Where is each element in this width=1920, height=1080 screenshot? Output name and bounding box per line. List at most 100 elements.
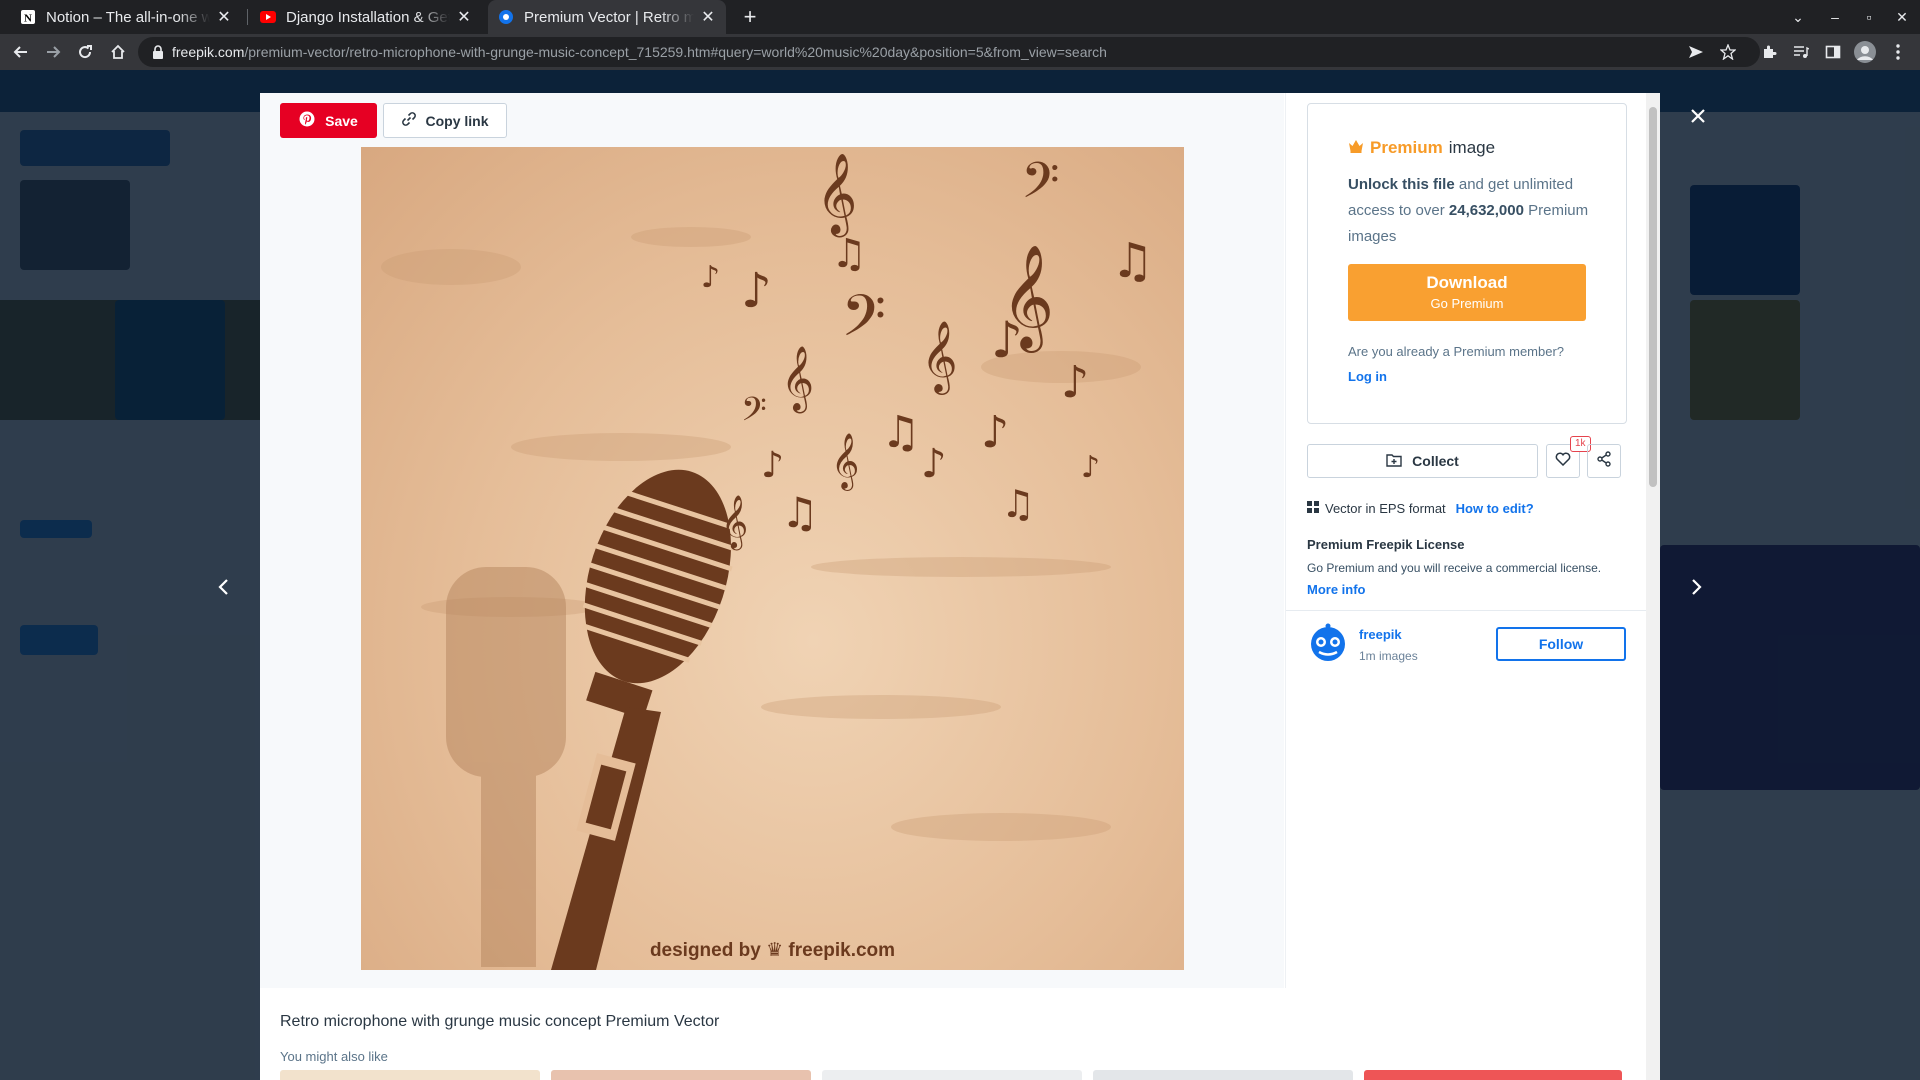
folder-add-icon	[1386, 453, 1402, 470]
maximize-icon[interactable]: ▫	[1856, 4, 1882, 30]
author-image-count: 1m images	[1359, 649, 1418, 663]
follow-button[interactable]: Follow	[1496, 627, 1626, 661]
lock-icon[interactable]	[152, 45, 164, 59]
share-icon	[1596, 450, 1612, 472]
share-button[interactable]	[1587, 444, 1621, 478]
link-icon	[401, 111, 417, 130]
save-label: Save	[325, 112, 358, 129]
svg-text:♫: ♫	[831, 231, 867, 277]
download-sublabel: Go Premium	[1430, 296, 1504, 311]
tab-notion[interactable]: N Notion – The all-in-one workspace ✕	[10, 0, 242, 34]
more-info-link[interactable]: More info	[1307, 582, 1366, 597]
window-close-icon[interactable]: ✕	[1889, 4, 1915, 30]
grid-icon	[1307, 501, 1319, 516]
related-thumbnail[interactable]	[1364, 1070, 1622, 1080]
format-text: Vector in EPS format	[1325, 501, 1446, 516]
svg-text:♪: ♪	[761, 445, 784, 486]
browser-toolbar: freepik.com/premium-vector/retro-microph…	[0, 34, 1920, 70]
image-title: Retro microphone with grunge music conce…	[280, 1013, 720, 1030]
related-thumbnail[interactable]	[280, 1070, 540, 1080]
download-button[interactable]: Download Go Premium	[1348, 264, 1586, 321]
premium-accent: Premium	[1370, 138, 1443, 157]
address-bar[interactable]: freepik.com/premium-vector/retro-microph…	[138, 37, 1760, 67]
format-row: Vector in EPS format How to edit?	[1307, 501, 1534, 516]
reload-icon[interactable]	[71, 38, 99, 66]
collect-label: Collect	[1412, 453, 1459, 469]
close-icon[interactable]	[1682, 100, 1714, 132]
chrome-menu-icon[interactable]	[1884, 38, 1912, 66]
tab-separator	[247, 9, 248, 25]
tab-search-icon[interactable]: ⌄	[1785, 4, 1811, 30]
svg-text:♪: ♪	[1061, 357, 1089, 408]
related-thumbnail[interactable]	[551, 1070, 811, 1080]
watermark-designed: designed by	[649, 940, 761, 961]
back-icon[interactable]	[7, 38, 35, 66]
svg-text:𝄞: 𝄞	[816, 152, 857, 237]
chevron-left-icon[interactable]	[208, 570, 238, 604]
close-tab-icon[interactable]: ✕	[216, 7, 232, 27]
media-control-icon[interactable]	[1787, 38, 1815, 66]
related-thumbnail[interactable]	[1093, 1070, 1353, 1080]
svg-text:♪: ♪	[991, 311, 1023, 369]
svg-text:𝄞: 𝄞	[831, 433, 859, 491]
svg-text:𝄢: 𝄢	[841, 282, 886, 364]
freepik-watermark-icon: ♛	[766, 940, 784, 961]
svg-text:𝄞: 𝄞	[921, 319, 958, 395]
collect-button[interactable]: Collect	[1307, 444, 1538, 478]
close-tab-icon[interactable]: ✕	[700, 7, 716, 27]
modal-scrollbar[interactable]	[1646, 93, 1660, 1080]
close-tab-icon[interactable]: ✕	[456, 7, 472, 27]
divider	[1286, 610, 1660, 611]
svg-text:♪: ♪	[701, 260, 720, 295]
minimize-icon[interactable]: –	[1822, 4, 1848, 30]
related-thumbnail[interactable]	[822, 1070, 1082, 1080]
license-title: Premium Freepik License	[1307, 537, 1465, 552]
svg-text:𝄞: 𝄞	[781, 346, 814, 413]
svg-text:♫: ♫	[1111, 233, 1154, 289]
tab-title: Django Installation & Getting Started	[286, 8, 450, 26]
premium-description: Unlock this file and get unlimited acces…	[1348, 172, 1598, 250]
home-icon[interactable]	[104, 38, 132, 66]
pinterest-save-button[interactable]: Save	[280, 103, 377, 138]
send-tab-icon[interactable]	[1682, 38, 1710, 66]
heart-icon	[1555, 452, 1571, 471]
author-avatar[interactable]	[1307, 622, 1349, 664]
svg-text:𝄞: 𝄞	[721, 494, 748, 550]
forward-icon[interactable]	[39, 38, 67, 66]
notion-icon: N	[20, 9, 36, 25]
premium-title-rest: image	[1448, 138, 1496, 157]
profile-avatar[interactable]	[1851, 38, 1879, 66]
already-member-text: Are you already a Premium member?	[1348, 344, 1565, 359]
url-path: /premium-vector/retro-microphone-with-gr…	[244, 44, 1107, 60]
url-host: freepik.com	[172, 44, 245, 60]
retro-microphone-illustration: 𝄞 𝄢 𝄞 𝄢 𝄞 ♪ ♫ ♫ ♪ ♪ 𝄞 𝄢 ♫ 𝄞 ♪ ♪ ♫ 𝄞 ♫ ♪ …	[381, 152, 1154, 970]
bookmark-star-icon[interactable]	[1714, 38, 1742, 66]
tab-title: Premium Vector | Retro microphone	[524, 8, 694, 26]
chevron-right-icon[interactable]	[1682, 570, 1712, 604]
new-tab-button[interactable]: +	[736, 3, 764, 31]
svg-text:♪: ♪	[921, 441, 947, 487]
youtube-icon	[260, 9, 276, 25]
side-panel-icon[interactable]	[1819, 38, 1847, 66]
copy-link-label: Copy link	[425, 112, 489, 129]
svg-text:♫: ♫	[781, 488, 819, 537]
svg-text:♪: ♪	[981, 407, 1009, 458]
preview-panel: Save Copy link 𝄞 𝄢 𝄞 𝄢 𝄞 ♪ ♫ ♫ ♪ ♪ 𝄞 𝄢 ♫…	[260, 93, 1284, 988]
how-to-edit-link[interactable]: How to edit?	[1456, 501, 1534, 516]
tab-freepik[interactable]: Premium Vector | Retro microphone ✕	[488, 0, 726, 34]
license-description: Go Premium and you will receive a commer…	[1307, 561, 1602, 575]
premium-title: Premium image	[1348, 138, 1495, 158]
artwork-image[interactable]: 𝄞 𝄢 𝄞 𝄢 𝄞 ♪ ♫ ♫ ♪ ♪ 𝄞 𝄢 ♫ 𝄞 ♪ ♪ ♫ 𝄞 ♫ ♪ …	[361, 147, 1184, 970]
details-panel: Premium image Unlock this file and get u…	[1285, 93, 1660, 988]
svg-text:♫: ♫	[881, 407, 920, 458]
tab-django[interactable]: Django Installation & Getting Started ✕	[250, 0, 482, 34]
login-link[interactable]: Log in	[1348, 369, 1387, 384]
svg-text:N: N	[24, 13, 32, 25]
freepik-icon	[498, 9, 514, 25]
copy-link-button[interactable]: Copy link	[383, 103, 507, 138]
scrollbar-thumb[interactable]	[1649, 107, 1657, 487]
extensions-icon[interactable]	[1755, 38, 1783, 66]
author-name-link[interactable]: freepik	[1359, 627, 1402, 642]
related-heading: You might also like	[280, 1049, 388, 1064]
image-detail-modal: Save Copy link 𝄞 𝄢 𝄞 𝄢 𝄞 ♪ ♫ ♫ ♪ ♪ 𝄞 𝄢 ♫…	[260, 93, 1660, 1080]
